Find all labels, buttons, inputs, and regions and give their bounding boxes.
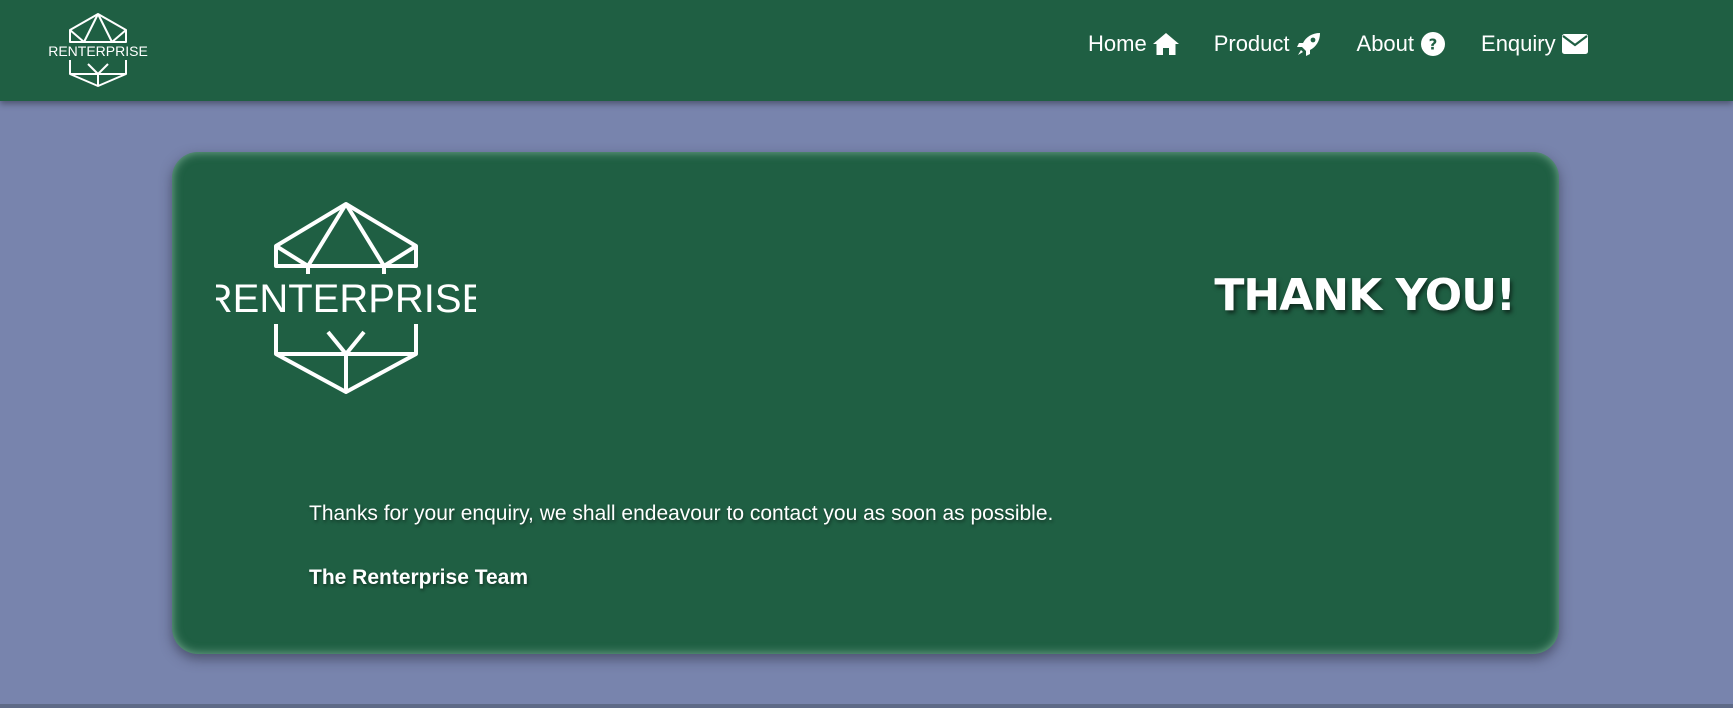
- question-circle-icon: ?: [1419, 30, 1447, 58]
- nav-link-enquiry-label: Enquiry: [1481, 31, 1556, 56]
- thank-you-title: THANK YOU!: [1214, 270, 1516, 321]
- nav-link-product-label: Product: [1213, 31, 1290, 56]
- nav-link-about-label: About: [1356, 31, 1415, 56]
- nav-link-home-label: Home: [1088, 31, 1147, 56]
- nav-links: Home Product About ? Enquiry: [1088, 30, 1623, 58]
- home-icon: [1152, 30, 1180, 58]
- footer-divider: [0, 704, 1733, 708]
- svg-text:?: ?: [1429, 36, 1438, 54]
- rocket-icon: [1295, 30, 1323, 58]
- thank-you-card: RENTERPRISE THANK YOU! Thanks for your e…: [172, 152, 1559, 654]
- nav-link-enquiry[interactable]: Enquiry: [1481, 30, 1589, 58]
- nav-link-product[interactable]: Product: [1214, 30, 1323, 58]
- navbar: RENTERPRISE Home Product About ? Enquiry: [0, 0, 1733, 101]
- confirmation-message: Thanks for your enquiry, we shall endeav…: [309, 502, 1054, 525]
- nav-link-about[interactable]: About ?: [1357, 30, 1448, 58]
- nav-link-home[interactable]: Home: [1088, 30, 1180, 58]
- renterprise-logo-icon[interactable]: RENTERPRISE: [48, 12, 148, 88]
- renterprise-logo-large-icon: RENTERPRISE: [216, 202, 476, 394]
- svg-text:RENTERPRISE: RENTERPRISE: [48, 43, 148, 59]
- envelope-icon: [1561, 30, 1589, 58]
- signature: The Renterprise Team: [309, 566, 529, 589]
- svg-text:RENTERPRISE: RENTERPRISE: [216, 277, 476, 321]
